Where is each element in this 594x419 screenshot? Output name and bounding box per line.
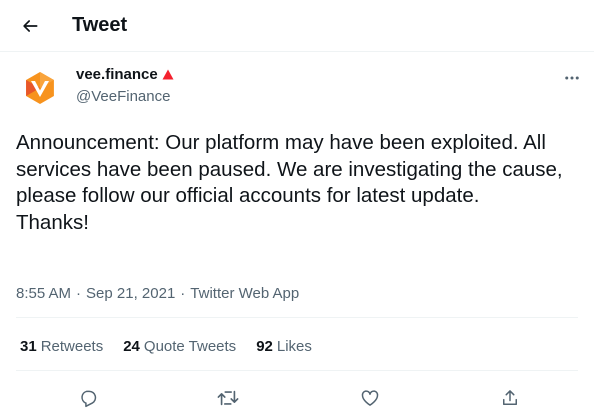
meta-separator: · [76, 285, 82, 302]
quote-tweets-label: Quote Tweets [143, 338, 237, 355]
tweet-source[interactable]: Twitter Web App [190, 285, 299, 302]
retweets-stat[interactable]: 31 Retweets [20, 338, 103, 355]
author-name-row: vee.finance [76, 66, 174, 83]
page-title: Tweet [72, 14, 128, 36]
reply-icon [81, 390, 97, 408]
share-icon [503, 390, 517, 405]
back-button[interactable] [14, 10, 46, 42]
like-icon [361, 390, 379, 406]
more-options-button[interactable] [556, 62, 588, 94]
author-handle[interactable]: @VeeFinance [76, 88, 170, 105]
more-horizontal-icon [565, 76, 579, 80]
reply-button[interactable] [70, 380, 106, 416]
retweets-count: 31 [20, 338, 37, 355]
retweets-label: Retweets [40, 338, 104, 355]
retweet-button[interactable] [210, 380, 246, 416]
tweet-time[interactable]: 8:55 AM [16, 285, 71, 302]
tweet-stats: 31 Retweets 24 Quote Tweets 92 Likes [20, 338, 332, 355]
tweet-date[interactable]: Sep 21, 2021 [86, 285, 175, 302]
author-display-name[interactable]: vee.finance [76, 66, 158, 83]
likes-label: Likes [276, 338, 312, 355]
share-button[interactable] [492, 380, 528, 416]
arrow-left-icon [23, 20, 38, 32]
vee-finance-logo [26, 72, 54, 104]
divider [16, 370, 578, 371]
likes-stat[interactable]: 92 Likes [256, 338, 312, 355]
retweet-icon [217, 390, 239, 406]
tweet-actions [0, 380, 594, 416]
red-triangle-icon [162, 69, 174, 80]
quote-tweets-stat[interactable]: 24 Quote Tweets [123, 338, 236, 355]
tweet-text: Announcement: Our platform may have been… [16, 131, 563, 234]
divider [16, 317, 578, 318]
meta-separator: · [180, 285, 186, 302]
tweet-meta: 8:55 AM · Sep 21, 2021 · Twitter Web App [16, 285, 299, 302]
like-button[interactable] [352, 380, 388, 416]
quote-tweets-count: 24 [123, 338, 140, 355]
avatar[interactable] [16, 64, 64, 112]
likes-count: 92 [256, 338, 273, 355]
page-header: Tweet [0, 0, 594, 52]
